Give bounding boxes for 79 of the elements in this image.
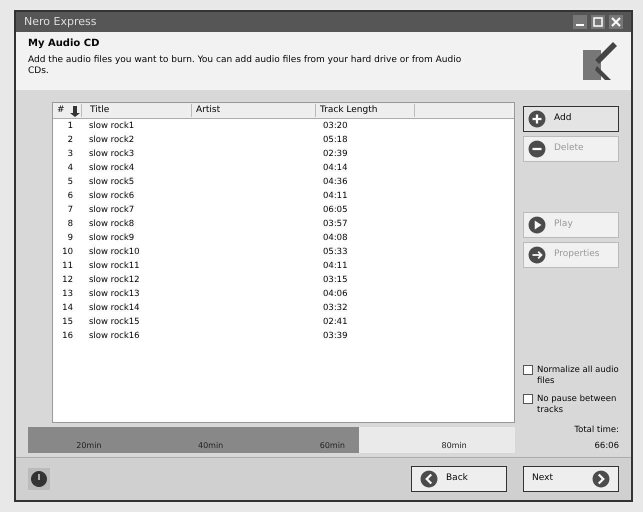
- track-length: 04:11: [322, 260, 348, 272]
- track-length: 03:20: [322, 120, 348, 132]
- ruler-label: 20min: [76, 440, 102, 452]
- track-length: 02:41: [322, 316, 348, 328]
- properties-icon: [528, 246, 546, 264]
- page-description: Add the audio files you want to burn. You can add audio files from your hard drive or from Audio CDs.: [28, 55, 462, 78]
- track-number: 11: [61, 260, 74, 272]
- track-length: 04:08: [322, 232, 348, 244]
- nav-button[interactable]: Back: [411, 466, 507, 492]
- track-title: slow rock8: [88, 218, 136, 230]
- track-title: slow rock1: [88, 120, 136, 132]
- track-length: 03:57: [322, 218, 348, 230]
- total-time-label: Total time:: [573, 424, 619, 436]
- delete-icon: [528, 140, 546, 158]
- track-length: 04:36: [322, 176, 348, 188]
- track-title: slow rock2: [88, 134, 136, 146]
- back-icon: [420, 470, 438, 488]
- track-length: 05:18: [322, 134, 348, 146]
- window-title: Nero Express: [24, 14, 96, 30]
- track-title: slow rock3: [88, 148, 136, 160]
- track-number: 7: [66, 204, 74, 216]
- close-icon[interactable]: [609, 15, 623, 29]
- page-heading: My Audio CD: [28, 37, 100, 51]
- track-number: 16: [61, 330, 74, 342]
- column-header[interactable]: Artist: [191, 104, 315, 118]
- track-number: 9: [66, 232, 74, 244]
- track-title: slow rock5: [88, 176, 136, 188]
- ruler-label: 40min: [198, 440, 224, 452]
- add-icon: [528, 110, 546, 128]
- track-number: 14: [61, 302, 74, 314]
- track-length: 03:32: [322, 302, 348, 314]
- track-length: 03:39: [322, 330, 348, 342]
- track-title: slow rock13: [88, 288, 141, 300]
- next-icon: [592, 470, 610, 488]
- track-length: 04:11: [322, 190, 348, 202]
- track-title: slow rock10: [88, 246, 141, 258]
- track-number: 12: [61, 274, 74, 286]
- track-number: 4: [66, 162, 74, 174]
- option-label: Normalize all audio files: [537, 365, 619, 386]
- track-title: slow rock12: [88, 274, 141, 286]
- track-title: slow rock6: [88, 190, 136, 202]
- track-number: 6: [66, 190, 74, 202]
- track-length: 05:33: [322, 246, 348, 258]
- minimize-icon[interactable]: [573, 15, 587, 29]
- track-title: slow rock14: [88, 302, 141, 314]
- track-title: slow rock16: [88, 330, 141, 342]
- track-length: 04:14: [322, 162, 348, 174]
- track-title: slow rock7: [88, 204, 136, 216]
- track-number: 8: [66, 218, 74, 230]
- column-header[interactable]: Title: [81, 104, 191, 118]
- track-number: 3: [66, 148, 74, 160]
- sort-arrow-icon[interactable]: [69, 104, 81, 116]
- play-icon: [528, 216, 546, 234]
- nav-button[interactable]: Next: [523, 466, 619, 492]
- track-length: 06:05: [322, 204, 348, 216]
- option-checkbox[interactable]: [523, 394, 533, 404]
- track-length: 02:39: [322, 148, 348, 160]
- track-number: 1: [66, 120, 74, 132]
- action-button[interactable]: Add: [523, 106, 619, 132]
- column-header[interactable]: #: [53, 104, 69, 118]
- help-icon[interactable]: [28, 468, 50, 490]
- track-title: slow rock15: [88, 316, 141, 328]
- track-number: 2: [66, 134, 74, 146]
- total-time-value: 66:06: [594, 440, 619, 453]
- track-title: slow rock11: [88, 260, 141, 272]
- ruler-label: 80min: [441, 440, 467, 452]
- track-number: 10: [61, 246, 74, 258]
- option-checkbox[interactable]: [523, 365, 533, 375]
- maximize-icon[interactable]: [591, 15, 605, 29]
- column-header[interactable]: Track Length: [315, 104, 415, 118]
- option-label: No pause between tracks: [537, 394, 618, 416]
- track-length: 03:15: [322, 274, 348, 286]
- track-length: 04:06: [322, 288, 348, 300]
- track-title: slow rock4: [88, 162, 136, 174]
- track-number: 5: [66, 176, 74, 188]
- track-number: 15: [61, 316, 74, 328]
- track-title: slow rock9: [88, 232, 136, 244]
- track-number: 13: [61, 288, 74, 300]
- ruler-label: 60min: [320, 440, 345, 452]
